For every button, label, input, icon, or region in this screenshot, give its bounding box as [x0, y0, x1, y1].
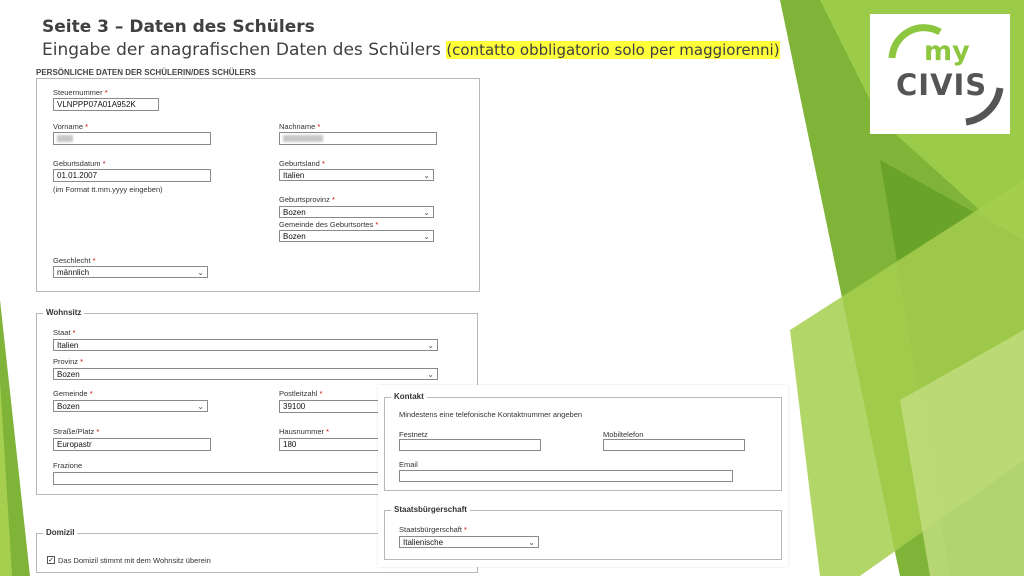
- contact-overlay: Kontakt Mindestens eine telefonische Kon…: [378, 385, 788, 567]
- provinz-label: Provinz *: [53, 357, 84, 366]
- frazione-label: Frazione: [53, 461, 83, 470]
- steuernummer-label: Steuernummer *: [53, 88, 108, 97]
- kontakt-fieldset: Kontakt Mindestens eine telefonische Kon…: [384, 392, 782, 491]
- gemeinde-geburtsort-label: Gemeinde des Geburtsortes *: [279, 220, 379, 229]
- geburtsdatum-input[interactable]: 01.01.2007: [53, 169, 211, 182]
- hausnummer-input[interactable]: 180: [279, 438, 379, 451]
- gemeinde-geburtsort-select[interactable]: Bozen ⌄: [279, 230, 434, 242]
- kontakt-legend: Kontakt: [391, 392, 427, 401]
- kontakt-note: Mindestens eine telefonische Kontaktnumm…: [399, 410, 583, 419]
- domizil-checkbox-label: Das Domizil stimmt mit dem Wohnsitz über…: [58, 556, 211, 565]
- geschlecht-label: Geschlecht *: [53, 256, 96, 265]
- vorname-input[interactable]: [53, 132, 211, 145]
- subtitle-note-highlight: (contatto obbligatorio solo per maggiore…: [446, 41, 780, 59]
- mycivis-logo: my CIVIS: [870, 14, 1010, 134]
- staatsbuergerschaft-legend: Staatsbürgerschaft: [391, 505, 470, 514]
- wohnsitz-legend: Wohnsitz: [43, 308, 85, 317]
- geburtsland-label: Geburtsland *: [279, 159, 325, 168]
- chevron-down-icon: ⌄: [427, 341, 434, 350]
- page-title: Seite 3 – Daten des Schülers: [42, 17, 315, 37]
- hausnummer-label: Hausnummer *: [279, 427, 330, 436]
- gemeinde-select[interactable]: Bozen ⌄: [53, 400, 208, 412]
- chevron-down-icon: ⌄: [423, 232, 430, 241]
- festnetz-label: Festnetz: [399, 430, 428, 439]
- strasse-label: Straße/Platz *: [53, 427, 100, 436]
- postleitzahl-input[interactable]: 39100: [279, 400, 379, 413]
- slide: Seite 3 – Daten des Schülers Eingabe der…: [0, 0, 1024, 576]
- staat-select[interactable]: Italien ⌄: [53, 339, 438, 351]
- mobiltelefon-label: Mobiltelefon: [603, 430, 644, 439]
- chevron-down-icon: ⌄: [528, 538, 535, 547]
- chevron-down-icon: ⌄: [197, 402, 204, 411]
- domizil-legend: Domizil: [43, 528, 78, 537]
- chevron-down-icon: ⌄: [423, 208, 430, 217]
- mobiltelefon-input[interactable]: [603, 439, 745, 451]
- geburtsland-select[interactable]: Italien ⌄: [279, 169, 434, 181]
- domizil-checkbox[interactable]: ✓: [47, 556, 55, 564]
- provinz-select[interactable]: Bozen ⌄: [53, 368, 438, 380]
- personal-data-heading: PERSÖNLICHE DATEN DER SCHÜLERIN/DES SCHÜ…: [36, 68, 256, 77]
- geburtsprovinz-label: Geburtsprovinz *: [279, 195, 335, 204]
- vorname-label: Vorname *: [53, 122, 89, 131]
- page-subtitle: Eingabe der anagrafischen Daten des Schü…: [42, 40, 780, 60]
- logo-my: my: [924, 36, 970, 67]
- geburtsdatum-label: Geburtsdatum *: [53, 159, 106, 168]
- strasse-input[interactable]: Europastr: [53, 438, 211, 451]
- chevron-down-icon: ⌄: [427, 370, 434, 379]
- postleitzahl-label: Postleitzahl *: [279, 389, 323, 398]
- email-input[interactable]: [399, 470, 733, 482]
- geburtsprovinz-select[interactable]: Bozen ⌄: [279, 206, 434, 218]
- personal-data-panel: Steuernummer * VLNPPP07A01A952K Vorname …: [36, 78, 480, 292]
- festnetz-input[interactable]: [399, 439, 541, 451]
- staatsbuergerschaft-fieldset: Staatsbürgerschaft Staatsbürgerschaft * …: [384, 505, 782, 560]
- staatsbuergerschaft-select[interactable]: Italienische ⌄: [399, 536, 539, 548]
- blurred-value: [283, 135, 323, 143]
- chevron-down-icon: ⌄: [197, 268, 204, 277]
- chevron-down-icon: ⌄: [423, 171, 430, 180]
- email-label: Email: [399, 460, 418, 469]
- geschlecht-select[interactable]: männlich ⌄: [53, 266, 208, 278]
- nachname-input[interactable]: [279, 132, 437, 145]
- subtitle-text: Eingabe der anagrafischen Daten des Schü…: [42, 40, 441, 60]
- blurred-value: [57, 135, 73, 143]
- steuernummer-input[interactable]: VLNPPP07A01A952K: [53, 98, 159, 111]
- logo-civis: CIVIS: [896, 68, 988, 102]
- geburtsdatum-hint: (im Format tt.mm.yyyy eingeben): [53, 185, 163, 194]
- staatsbuergerschaft-label: Staatsbürgerschaft *: [399, 525, 467, 534]
- staat-label: Staat *: [53, 328, 76, 337]
- nachname-label: Nachname *: [279, 122, 321, 131]
- gemeinde-label: Gemeinde *: [53, 389, 93, 398]
